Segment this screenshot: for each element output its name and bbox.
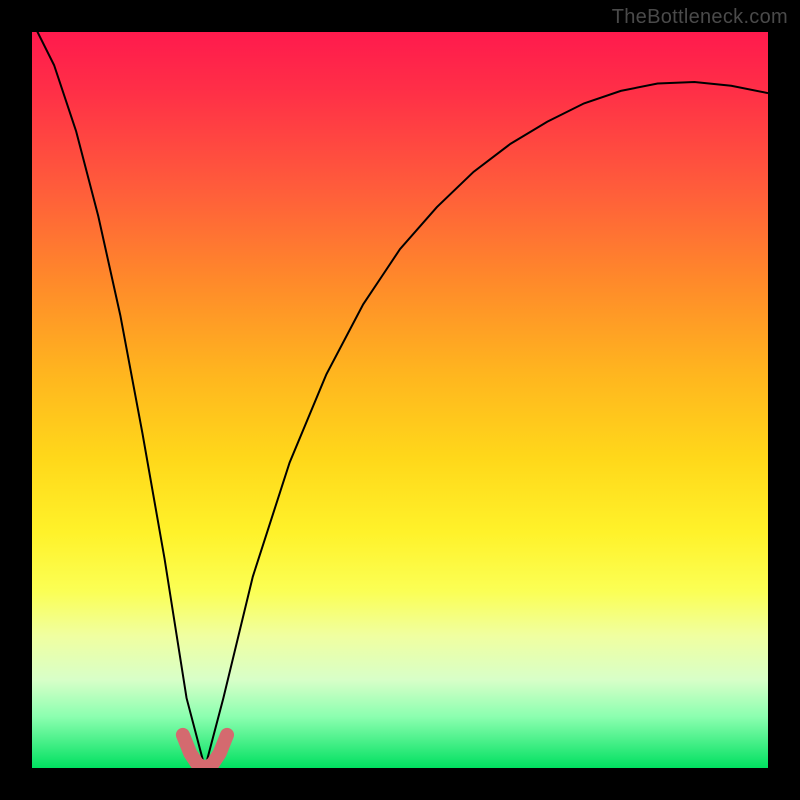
watermark-text: TheBottleneck.com	[612, 6, 788, 29]
bottleneck-curve	[32, 32, 768, 768]
curve-layer	[32, 32, 768, 768]
notch-marker	[183, 735, 227, 768]
plot-area	[32, 32, 768, 768]
chart-frame: TheBottleneck.com	[0, 0, 800, 800]
